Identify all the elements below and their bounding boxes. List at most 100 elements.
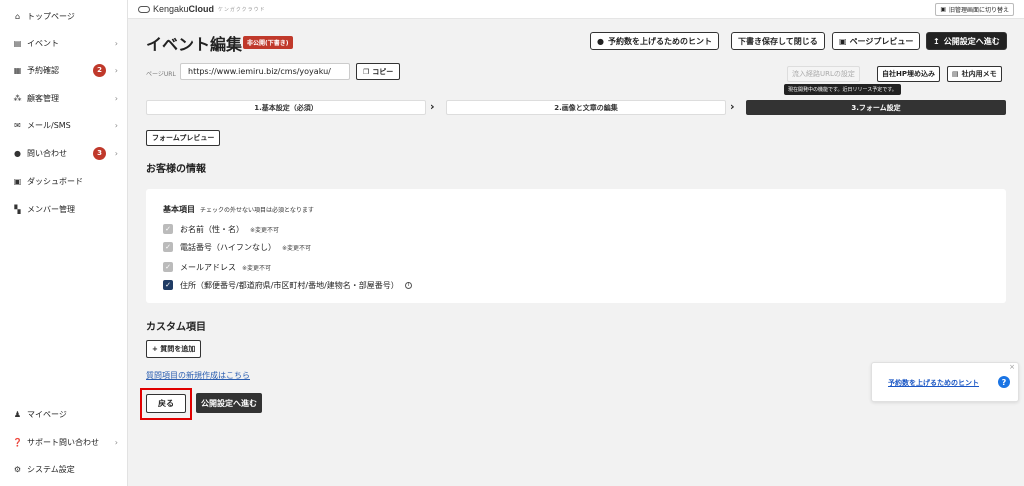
custom-fields-title: カスタム項目 (146, 322, 206, 333)
top-bar: Kengaku Cloud ケンガククラウド ▣ 旧管理画面に切り替え (128, 0, 1024, 19)
step-form-settings[interactable]: 3.フォーム設定 (746, 100, 1006, 115)
embed-button[interactable]: 自社HP埋め込み (877, 66, 940, 82)
step-image-text[interactable]: 2.画像と文章の編集 (446, 100, 726, 115)
chevron-right-icon: › (114, 148, 118, 158)
sidebar-item-label: 問い合わせ (27, 148, 67, 158)
sidebar: ⌂ トップページ ▤ イベント › ▦ 予約確認 2 › ⁂ 顧客管理 › ✉ … (0, 0, 128, 486)
sidebar-item-event[interactable]: ▤ イベント › (0, 32, 128, 54)
sidebar-item-settings[interactable]: ⚙ システム設定 (0, 458, 128, 480)
publish-settings-bottom-button[interactable]: 公開設定へ進む (196, 393, 262, 413)
logo-brand: Kengaku (153, 4, 189, 14)
memo-icon: ▤ (952, 70, 959, 78)
sidebar-item-label: ダッシュボード (27, 176, 83, 186)
chevron-right-icon: › (730, 100, 735, 113)
hint-button-label: 予約数を上げるためのヒント (607, 36, 712, 46)
sidebar-item-label: メンバー管理 (27, 204, 75, 214)
new-question-link[interactable]: 質問項目の新規作成はこちら (146, 370, 250, 381)
chevron-right-icon: › (114, 120, 118, 130)
checkbox-phone[interactable]: ✓ (163, 242, 173, 252)
form-preview-button[interactable]: フォームプレビュー (146, 130, 221, 146)
tooltip: 現在開発中の機能です。近日リリース予定です。 (784, 84, 901, 95)
gear-icon: ⚙ (13, 464, 22, 474)
copy-label: コピー (372, 67, 394, 76)
mail-icon: ✉ (14, 120, 21, 130)
publish-settings-label: 公開設定へ進む (943, 36, 1000, 46)
count-badge: 3 (93, 146, 106, 160)
sidebar-item-mypage[interactable]: ♟ マイページ (0, 403, 128, 425)
back-button[interactable]: 戻る (146, 394, 186, 413)
checkbox-name[interactable]: ✓ (163, 224, 173, 234)
basic-fields-title: 基本項目 (163, 205, 195, 214)
internal-memo-button[interactable]: ▤ 社内用メモ (947, 66, 1002, 82)
users-icon: ⁂ (13, 93, 22, 103)
sidebar-item-reservations[interactable]: ▦ 予約確認 2 › (0, 59, 128, 81)
sidebar-item-inquiries[interactable]: ● 問い合わせ 3 › (0, 142, 128, 164)
old-admin-label: 旧管理画面に切り替え (948, 7, 1009, 14)
sidebar-item-dashboard[interactable]: ▣ ダッシュボード (0, 170, 128, 192)
save-draft-close-button[interactable]: 下書き保存して閉じる (731, 32, 825, 50)
embed-label: 自社HP埋め込み (882, 70, 935, 78)
inflow-url-label: 流入経路URLの設定 (792, 70, 855, 78)
url-row: ページURL https://www.iemiru.biz/cms/yoyaku… (128, 59, 1024, 87)
sidebar-item-label: メール/SMS (27, 120, 71, 130)
chevron-right-icon: › (114, 93, 118, 103)
inflow-url-button[interactable]: 流入経路URLの設定 (787, 66, 860, 82)
logo[interactable]: Kengaku Cloud ケンガククラウド (138, 4, 266, 14)
sidebar-item-support[interactable]: ❓ サポート問い合わせ › (0, 431, 128, 453)
field-row-address: ✓ 住所（郵便番号/都道府県/市区町村/番地/建物名・部屋番号） i (163, 279, 412, 291)
url-label: ページURL (146, 71, 176, 78)
sidebar-item-label: サポート問い合わせ (27, 437, 99, 447)
checkbox-email[interactable]: ✓ (163, 262, 173, 272)
sidebar-item-label: 顧客管理 (27, 93, 59, 103)
sidebar-item-top[interactable]: ⌂ トップページ (0, 5, 128, 27)
status-badge: 非公開(下書き) (243, 36, 293, 49)
sidebar-item-label: 予約確認 (27, 65, 59, 75)
calendar-icon: ▦ (13, 65, 22, 75)
internal-memo-label: 社内用メモ (961, 70, 997, 78)
sidebar-item-mail[interactable]: ✉ メール/SMS › (0, 114, 128, 136)
add-question-button[interactable]: + 質問を追加 (146, 340, 202, 358)
pin-icon: ● (597, 36, 604, 46)
home-icon: ⌂ (14, 11, 21, 21)
close-icon[interactable]: × (1009, 363, 1015, 371)
sidebar-item-customers[interactable]: ⁂ 顧客管理 › (0, 87, 128, 109)
sidebar-item-label: システム設定 (27, 464, 75, 474)
basic-fields-header: 基本項目 チェックの外せない項目は必須となります (163, 204, 314, 215)
info-icon[interactable]: i (404, 281, 412, 289)
chevron-right-icon: › (114, 65, 118, 75)
save-draft-close-label: 下書き保存して閉じる (738, 36, 818, 46)
step-basic-settings[interactable]: 1.基本設定（必須） (146, 100, 426, 115)
chevron-right-icon: › (114, 38, 118, 48)
field-label: 住所（郵便番号/都道府県/市区町村/番地/建物名・部屋番号） (180, 280, 399, 290)
grid-icon: ▚ (14, 204, 21, 214)
chevron-right-icon: › (430, 100, 435, 113)
help-icon[interactable]: ? (998, 376, 1010, 388)
page-url-field[interactable]: https://www.iemiru.biz/cms/yoyaku/ (180, 63, 350, 80)
basic-fields-card: 基本項目 チェックの外せない項目は必須となります ✓ お名前（性・名） ※変更不可… (146, 189, 1006, 303)
field-label: メールアドレス (180, 262, 236, 272)
sidebar-item-members[interactable]: ▚ メンバー管理 (0, 198, 128, 220)
upload-icon: ↥ (933, 36, 940, 46)
sidebar-item-label: マイページ (27, 409, 67, 419)
old-admin-switch-button[interactable]: ▣ 旧管理画面に切り替え (935, 3, 1014, 16)
copy-icon: ❐ (363, 67, 370, 76)
checkbox-address[interactable]: ✓ (163, 280, 173, 290)
hint-button[interactable]: ● 予約数を上げるためのヒント (590, 32, 719, 50)
field-note: ※変更不可 (250, 226, 280, 234)
logo-bold: Cloud (188, 4, 215, 14)
cloud-icon (138, 5, 150, 13)
page-title: イベント編集 (146, 35, 243, 54)
field-label: 電話番号（ハイフンなし） (180, 242, 276, 252)
hint-link[interactable]: 予約数を上げるためのヒント (888, 378, 979, 388)
basic-fields-note: チェックの外せない項目は必須となります (200, 207, 314, 214)
preview-icon: ▣ (839, 36, 847, 46)
help-icon: ❓ (12, 437, 23, 447)
field-row-email: ✓ メールアドレス ※変更不可 (163, 261, 271, 273)
field-row-phone: ✓ 電話番号（ハイフンなし） ※変更不可 (163, 241, 311, 253)
chart-icon: ▣ (13, 176, 22, 186)
logo-subtitle: ケンガククラウド (218, 6, 266, 13)
sidebar-item-label: トップページ (27, 11, 75, 21)
publish-settings-button[interactable]: ↥ 公開設定へ進む (926, 32, 1007, 50)
copy-button[interactable]: ❐ コピー (356, 63, 401, 80)
page-preview-button[interactable]: ▣ ページプレビュー (832, 32, 921, 50)
